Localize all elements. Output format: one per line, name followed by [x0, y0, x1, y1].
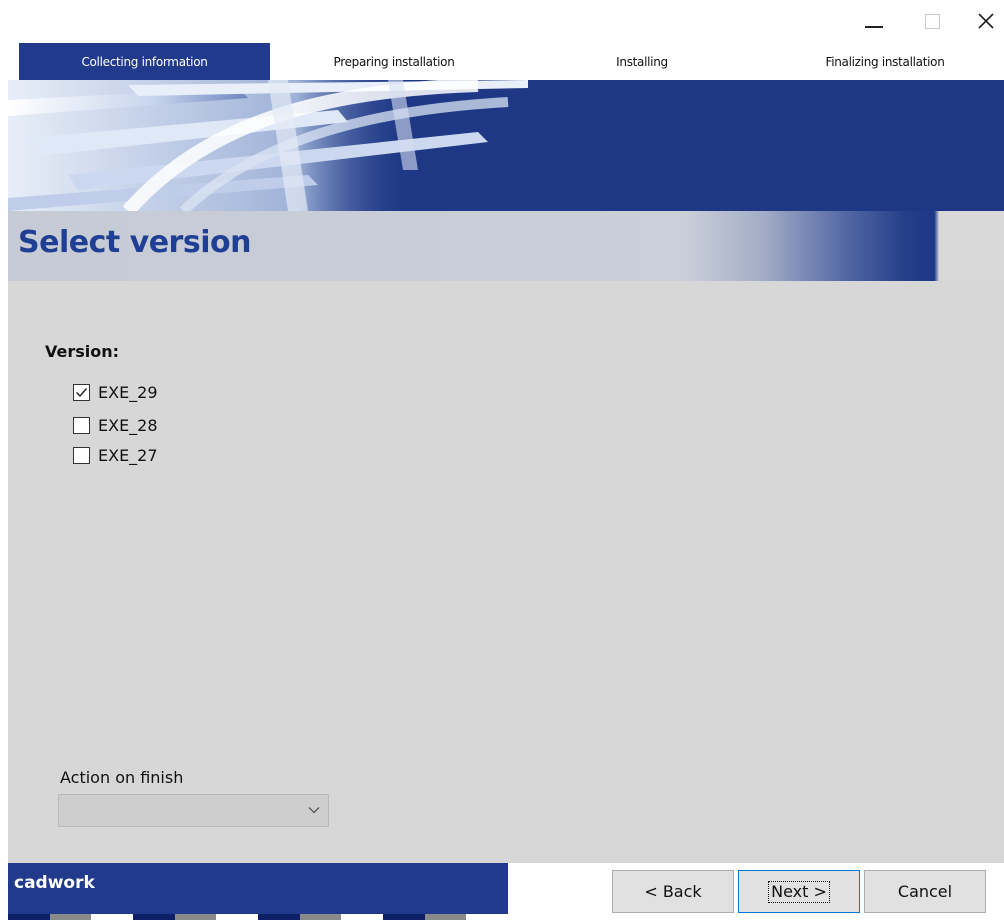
cancel-button[interactable]: Cancel: [864, 870, 986, 913]
minimize-button[interactable]: [854, 6, 894, 36]
version-option-exe-28[interactable]: EXE_28: [73, 414, 158, 436]
step-installing: Installing: [616, 54, 668, 69]
minimize-icon: [865, 26, 883, 28]
next-button[interactable]: Next >: [738, 870, 860, 913]
chevron-down-icon: [308, 807, 320, 814]
header-banner-image: [8, 80, 1004, 211]
title-strip: Select version: [8, 211, 1004, 281]
step-preparing-installation: Preparing installation: [333, 54, 455, 69]
version-option-label: EXE_29: [98, 382, 158, 402]
close-icon: [978, 13, 994, 29]
version-option-label: EXE_28: [98, 415, 158, 435]
window-controls: [824, 0, 1004, 40]
version-option-label: EXE_27: [98, 445, 158, 465]
checkmark-icon: [76, 387, 88, 397]
page-title: Select version: [18, 225, 251, 260]
main-panel: Version: EXE_29 EXE_28 EXE_27 Action on …: [8, 281, 1004, 863]
checkbox[interactable]: [73, 446, 90, 464]
maximize-icon: [924, 13, 940, 29]
brand-logo-text: cadwork: [14, 873, 95, 893]
step-collecting-information: Collecting information: [19, 43, 270, 80]
action-on-finish-label: Action on finish: [60, 768, 184, 787]
back-button[interactable]: < Back: [612, 870, 734, 913]
version-option-exe-29[interactable]: EXE_29: [73, 381, 158, 403]
footer: cadwork < Back Next > Cancel: [8, 863, 1004, 920]
brand-bar: cadwork: [8, 863, 509, 920]
checkbox[interactable]: [73, 383, 90, 401]
installation-steps: Collecting information Preparing install…: [8, 43, 1004, 80]
step-finalizing-installation: Finalizing installation: [825, 54, 945, 69]
version-label: Version:: [45, 342, 120, 361]
brand-stripe: [8, 914, 509, 920]
checkbox[interactable]: [73, 416, 90, 434]
next-button-label: Next >: [768, 880, 830, 903]
close-button[interactable]: [966, 6, 1004, 36]
action-on-finish-dropdown[interactable]: [58, 794, 329, 827]
version-option-exe-27[interactable]: EXE_27: [73, 444, 158, 466]
maximize-button[interactable]: [912, 6, 952, 36]
